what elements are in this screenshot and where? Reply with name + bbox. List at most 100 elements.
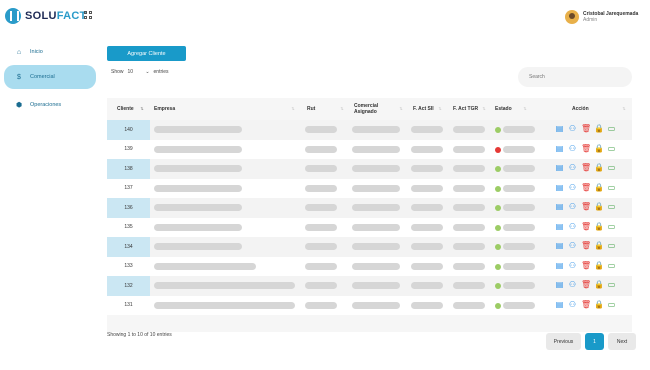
lock-icon[interactable]: 🔒 (594, 280, 604, 290)
column-header-empresa[interactable]: Empresa (154, 98, 175, 120)
user-icon[interactable]: ⚇ (568, 261, 577, 271)
card-icon[interactable]: ▭ (607, 222, 616, 232)
sort-icon[interactable]: ↑↓ (438, 106, 442, 112)
table-row[interactable]: 140 ▤ ⚇ 🗑 🔒 ▭ (107, 120, 632, 140)
row-actions: ▤ ⚇ 🗑 🔒 ▭ (555, 183, 616, 193)
user-icon[interactable]: ⚇ (568, 300, 577, 310)
card-icon[interactable]: ▭ (607, 261, 616, 271)
sort-icon[interactable]: ↑↓ (523, 106, 527, 112)
lock-icon[interactable]: 🔒 (594, 202, 604, 212)
table-row[interactable]: 138 ▤ ⚇ 🗑 🔒 ▭ (107, 159, 632, 179)
fact-sii-placeholder (411, 301, 443, 309)
rut-placeholder (305, 184, 337, 192)
lock-icon[interactable]: 🔒 (594, 241, 604, 251)
edit-document-icon[interactable]: ▤ (555, 300, 564, 310)
user-icon[interactable]: ⚇ (568, 183, 577, 193)
sidebar-item-comercial[interactable]: $ Comercial (4, 65, 96, 89)
user-icon[interactable]: ⚇ (568, 163, 577, 173)
client-id: 132 (107, 276, 150, 296)
edit-document-icon[interactable]: ▤ (555, 202, 564, 212)
card-icon[interactable]: ▭ (607, 202, 616, 212)
trash-icon[interactable]: 🗑 (581, 202, 591, 212)
previous-button[interactable]: Previous (546, 333, 581, 350)
card-icon[interactable]: ▭ (607, 144, 616, 154)
card-icon[interactable]: ▭ (607, 300, 616, 310)
column-header-fact-sii[interactable]: F. Act SII (413, 98, 434, 120)
card-icon[interactable]: ▭ (607, 124, 616, 134)
edit-document-icon[interactable]: ▤ (555, 280, 564, 290)
show-label: Show (111, 69, 124, 75)
sidebar-item-operaciones[interactable]: ⬢ Operaciones (4, 93, 96, 117)
lock-icon[interactable]: 🔒 (594, 144, 604, 154)
lock-icon[interactable]: 🔒 (594, 183, 604, 193)
table-row[interactable]: 136 ▤ ⚇ 🗑 🔒 ▭ (107, 198, 632, 218)
sort-icon[interactable]: ↑↓ (291, 106, 295, 112)
sort-desc-icon[interactable]: ↑↓ (140, 106, 144, 112)
column-header-comercial[interactable]: Comercial Asignado (354, 98, 399, 120)
table-footer-spacer (107, 315, 632, 332)
edit-document-icon[interactable]: ▤ (555, 163, 564, 173)
column-header-rut[interactable]: Rut (307, 98, 315, 120)
edit-document-icon[interactable]: ▤ (555, 124, 564, 134)
user-icon[interactable]: ⚇ (568, 202, 577, 212)
next-button[interactable]: Next (608, 333, 636, 350)
user-icon[interactable]: ⚇ (568, 280, 577, 290)
rut-placeholder (305, 145, 337, 153)
table-row[interactable]: 131 ▤ ⚇ 🗑 🔒 ▭ (107, 296, 632, 316)
lock-icon[interactable]: 🔒 (594, 163, 604, 173)
trash-icon[interactable]: 🗑 (581, 241, 591, 251)
table-row[interactable]: 132 ▤ ⚇ 🗑 🔒 ▭ (107, 276, 632, 296)
search-input[interactable] (518, 67, 632, 87)
sort-icon[interactable]: ↑↓ (340, 106, 344, 112)
card-icon[interactable]: ▭ (607, 280, 616, 290)
table-row[interactable]: 139 ▤ ⚇ 🗑 🔒 ▭ (107, 140, 632, 160)
lock-icon[interactable]: 🔒 (594, 124, 604, 134)
brand-logo[interactable]: SOLUFACT (5, 8, 87, 24)
card-icon[interactable]: ▭ (607, 163, 616, 173)
edit-document-icon[interactable]: ▤ (555, 261, 564, 271)
trash-icon[interactable]: 🗑 (581, 124, 591, 134)
edit-document-icon[interactable]: ▤ (555, 241, 564, 251)
page-length-select[interactable]: 10 ⌄ (128, 68, 150, 76)
trash-icon[interactable]: 🗑 (581, 280, 591, 290)
table-row[interactable]: 134 ▤ ⚇ 🗑 🔒 ▭ (107, 237, 632, 257)
user-icon[interactable]: ⚇ (568, 222, 577, 232)
home-icon: ⌂ (16, 48, 22, 56)
edit-document-icon[interactable]: ▤ (555, 144, 564, 154)
sidebar-item-inicio[interactable]: ⌂ Inicio (4, 40, 96, 64)
column-header-fact-tgr[interactable]: F. Act TGR (453, 98, 478, 120)
sort-icon[interactable]: ↑↓ (399, 106, 403, 112)
trash-icon[interactable]: 🗑 (581, 300, 591, 310)
status-dot (495, 263, 501, 270)
column-header-estado[interactable]: Estado (495, 98, 512, 120)
comercial-placeholder (352, 262, 400, 270)
column-header-cliente[interactable]: Cliente (117, 98, 134, 120)
user-icon[interactable]: ⚇ (568, 124, 577, 134)
user-icon[interactable]: ⚇ (568, 241, 577, 251)
row-actions: ▤ ⚇ 🗑 🔒 ▭ (555, 222, 616, 232)
lock-icon[interactable]: 🔒 (594, 261, 604, 271)
sort-icon[interactable]: ↑↓ (482, 106, 486, 112)
grid-icon[interactable] (84, 11, 92, 19)
trash-icon[interactable]: 🗑 (581, 183, 591, 193)
lock-icon[interactable]: 🔒 (594, 222, 604, 232)
page-button-current[interactable]: 1 (585, 333, 604, 350)
card-icon[interactable]: ▭ (607, 241, 616, 251)
table-row[interactable]: 137 ▤ ⚇ 🗑 🔒 ▭ (107, 179, 632, 199)
sort-icon[interactable]: ↑↓ (622, 106, 626, 112)
trash-icon[interactable]: 🗑 (581, 144, 591, 154)
trash-icon[interactable]: 🗑 (581, 261, 591, 271)
lock-icon[interactable]: 🔒 (594, 300, 604, 310)
trash-icon[interactable]: 🗑 (581, 222, 591, 232)
user-icon[interactable]: ⚇ (568, 144, 577, 154)
table-row[interactable]: 135 ▤ ⚇ 🗑 🔒 ▭ (107, 218, 632, 238)
card-icon[interactable]: ▭ (607, 183, 616, 193)
trash-icon[interactable]: 🗑 (581, 163, 591, 173)
table-row[interactable]: 133 ▤ ⚇ 🗑 🔒 ▭ (107, 257, 632, 277)
avatar[interactable] (565, 10, 579, 24)
user-menu[interactable]: Cristobal Jarequemada Admin (565, 10, 638, 24)
estado-placeholder (503, 262, 535, 270)
edit-document-icon[interactable]: ▤ (555, 222, 564, 232)
add-client-button[interactable]: Agregar Cliente (107, 46, 186, 61)
edit-document-icon[interactable]: ▤ (555, 183, 564, 193)
